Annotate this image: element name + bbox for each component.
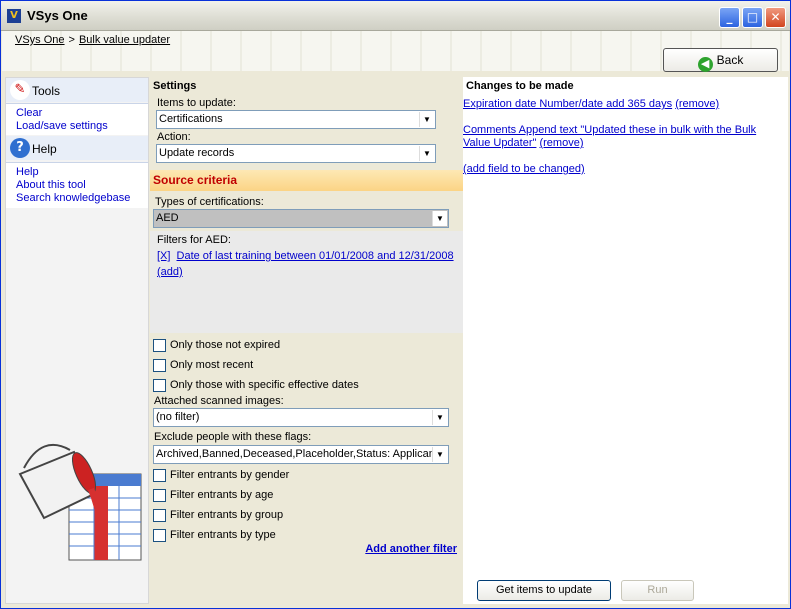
types-label: Types of certifications: [155,196,264,208]
sidebar-item-about[interactable]: About this tool [16,179,148,192]
checkbox[interactable] [153,339,166,352]
help-section: Help About this tool Search knowledgebas… [6,162,148,208]
chevron-down-icon: ▼ [419,146,434,161]
chevron-down-icon: ▼ [432,211,447,226]
app-logo-icon: V [7,9,21,23]
change-remove-link[interactable]: (remove) [675,98,719,110]
run-button[interactable]: Run [621,580,694,601]
sidebar-item-load-save-settings[interactable]: Load/save settings [16,120,148,133]
certification-type-value: AED [156,212,179,224]
exclude-flags-value: Archived,Banned,Deceased,Placeholder,Sta… [156,448,435,460]
checkbox[interactable] [153,529,166,542]
minimize-button[interactable]: _ [719,7,740,28]
add-field-link[interactable]: (add field to be changed) [463,163,585,175]
sidebar-item-search-knowledgebase[interactable]: Search knowledgebase [16,192,148,205]
add-another-filter-link[interactable]: Add another filter [365,543,457,555]
source-criteria-header: Source criteria [150,170,463,191]
app-window: V VSys One _ □ ✕ VSys One > Bulk value upd… [0,0,791,609]
filters-label: Filters for AED: [157,234,231,246]
breadcrumb-current-link[interactable]: Bulk value updater [79,34,170,46]
action-value: Update records [159,147,235,159]
add-field-row: (add field to be changed) [463,163,785,176]
checkbox[interactable] [153,359,166,372]
change-item: Comments Append text "Updated these in b… [463,124,785,150]
back-button[interactable]: ◀ Back [663,48,778,72]
items-to-update-select[interactable]: Certifications ▼ [156,110,436,129]
window-title: VSys One [27,8,88,23]
add-filter-link[interactable]: (add) [157,266,183,278]
tools-icon: ✎ [10,80,30,100]
action-select[interactable]: Update records ▼ [156,144,436,163]
chevron-down-icon: ▼ [432,410,447,425]
close-button[interactable]: ✕ [765,7,786,28]
change-remove-link[interactable]: (remove) [539,137,583,149]
back-arrow-icon: ◀ [697,57,713,72]
action-label: Action: [157,131,191,143]
back-button-label: Back [716,53,744,67]
get-items-button[interactable]: Get items to update [477,580,611,601]
filter-criteria-link[interactable]: Date of last training between 01/01/2008… [177,250,454,262]
chevron-down-icon: ▼ [419,112,434,127]
change-item: Expiration date Number/date add 365 days… [463,98,785,111]
flags-label: Exclude people with these flags: [154,431,312,443]
source-criteria-title: Source criteria [153,173,238,187]
sidebar: ✎ Tools Clear Load/save settings ? Help … [5,77,149,604]
tools-title: Tools [32,84,61,98]
filters-box: Filters for AED: [X] Date of last traini… [150,231,463,333]
items-to-update-label: Items to update: [157,97,236,109]
help-title: Help [32,142,57,156]
tools-section-header: ✎ Tools [6,78,148,102]
settings-panel: Settings Items to update: Certifications… [150,77,463,604]
paint-bucket-table-icon [18,444,142,561]
help-section-header: ? Help [6,136,148,160]
breadcrumb: VSys One > Bulk value updater [15,34,170,46]
breadcrumb-home-link[interactable]: VSys One [15,34,65,46]
certification-type-select[interactable]: AED ▼ [153,209,449,228]
checkbox[interactable] [153,509,166,522]
filter-row: [X] Date of last training between 01/01/… [157,250,454,262]
title-bar[interactable]: V VSys One _ □ ✕ [1,1,790,31]
scanned-images-select[interactable]: (no filter) ▼ [153,408,449,427]
maximize-button[interactable]: □ [742,7,763,28]
tools-section: Clear Load/save settings [6,103,148,135]
sidebar-item-help[interactable]: Help [16,166,148,179]
checkbox[interactable] [153,469,166,482]
change-item-link[interactable]: Expiration date Number/date add 365 days [463,98,672,110]
checkbox[interactable] [153,489,166,502]
images-label: Attached scanned images: [154,395,284,407]
change-item-link[interactable]: Comments Append text "Updated these in b… [463,124,756,149]
filter-remove-link[interactable]: [X] [157,250,170,262]
exclude-flags-select[interactable]: Archived,Banned,Deceased,Placeholder,Sta… [153,445,449,464]
breadcrumb-separator: > [68,34,75,46]
settings-title: Settings [153,80,197,92]
items-to-update-value: Certifications [159,113,223,125]
changes-panel: Changes to be made Expiration date Numbe… [463,77,788,604]
changes-title: Changes to be made [466,80,574,92]
sidebar-item-clear[interactable]: Clear [16,107,148,120]
checkbox[interactable] [153,379,166,392]
help-icon: ? [10,138,30,158]
scanned-images-value: (no filter) [156,411,200,423]
chevron-down-icon: ▼ [432,447,447,462]
